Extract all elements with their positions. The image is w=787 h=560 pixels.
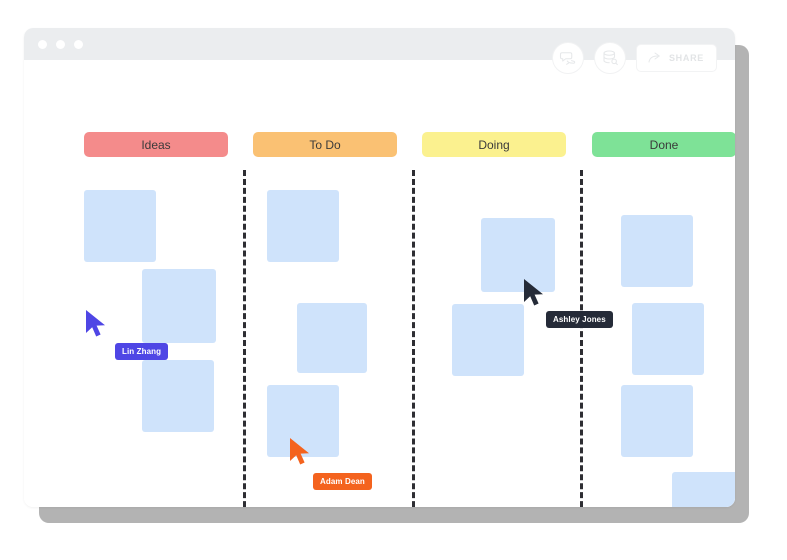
cursor-pointer-icon [86, 310, 105, 337]
cursor-pointer-icon [524, 279, 543, 306]
traffic-light-dots [38, 40, 83, 49]
column-header-ideas[interactable]: Ideas [84, 132, 228, 157]
column-divider-1 [412, 170, 415, 507]
share-button[interactable]: SHARE [635, 44, 717, 72]
column-header-label: Ideas [141, 137, 171, 152]
sticky-card[interactable] [267, 190, 339, 262]
sticky-card[interactable] [632, 303, 704, 375]
sticky-card[interactable] [142, 269, 216, 343]
database-search-button[interactable] [593, 42, 626, 74]
toolbar: SHARE [551, 42, 717, 74]
collaborator-cursor: Lin Zhang [84, 309, 169, 360]
column-divider-0 [243, 170, 246, 507]
sticky-card[interactable] [672, 472, 735, 507]
column-header-label: Done [649, 137, 679, 152]
screenshot-root: Ideas To Do Doing Done Lin Zhang Adam Dean Ash… [0, 0, 787, 560]
sticky-card[interactable] [621, 385, 693, 457]
collaborator-cursor: Ashley Jones [522, 278, 613, 328]
sticky-card[interactable] [452, 304, 524, 376]
sticky-card[interactable] [84, 190, 156, 262]
column-header-doing[interactable]: Doing [422, 132, 566, 157]
database-search-icon [603, 50, 618, 66]
app-window: Ideas To Do Doing Done Lin Zhang Adam Dean Ash… [24, 28, 735, 507]
sticky-card[interactable] [142, 360, 214, 432]
close-dot-icon[interactable] [38, 40, 47, 49]
cursor-name-label: Lin Zhang [115, 343, 169, 360]
share-arrow-icon [648, 52, 660, 63]
maximize-dot-icon[interactable] [74, 40, 83, 49]
cursor-name-label: Adam Dean [313, 473, 372, 490]
cursor-pointer-icon [290, 438, 309, 465]
comment-hand-icon [559, 52, 576, 65]
board-canvas: Ideas To Do Doing Done Lin Zhang Adam Dean Ash… [24, 60, 735, 507]
minimize-dot-icon[interactable] [56, 40, 65, 49]
column-header-label: To Do [309, 137, 341, 152]
cursor-name-label: Ashley Jones [546, 311, 613, 328]
comment-hand-button[interactable] [551, 42, 584, 74]
collaborator-cursor: Adam Dean [288, 437, 372, 490]
column-header-to-do[interactable]: To Do [253, 132, 397, 157]
sticky-card[interactable] [297, 303, 367, 373]
column-header-label: Doing [478, 137, 510, 152]
column-header-done[interactable]: Done [592, 132, 735, 157]
share-button-label: SHARE [668, 53, 704, 63]
sticky-card[interactable] [621, 215, 693, 287]
column-divider-2 [580, 170, 583, 507]
